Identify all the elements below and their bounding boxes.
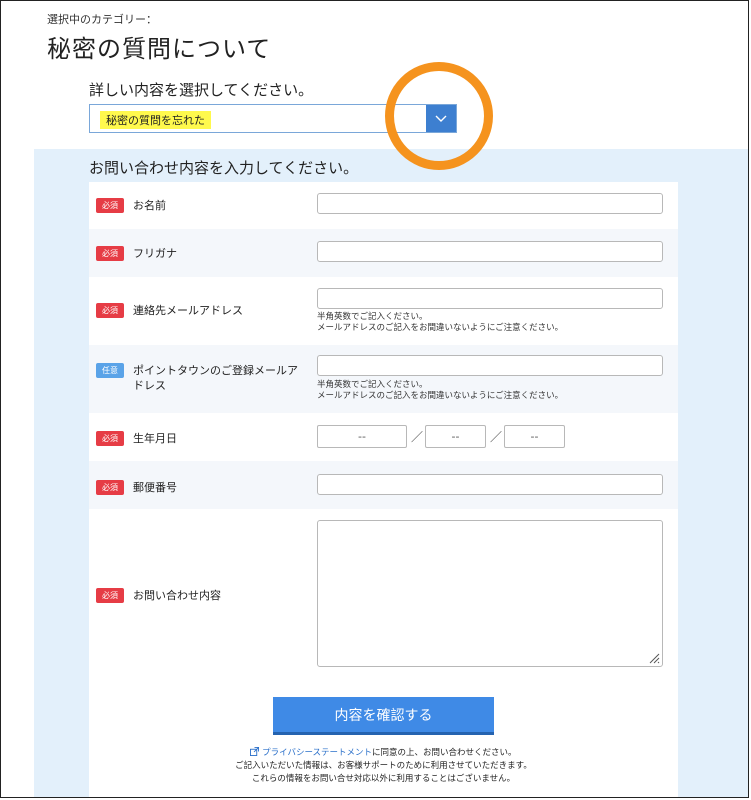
form-row-furigana: 必須 フリガナ [89,229,678,277]
form-row-birthday: 必須 生年月日 -- ／ -- ／ -- [89,413,678,461]
select-dropdown-button[interactable] [426,105,456,132]
required-badge: 必須 [96,480,124,495]
privacy-note-line1: プライバシーステートメントに同意の上、お問い合わせください。 [89,747,678,759]
privacy-note-line2: ご記入いただいた情報は、お客様サポートのために利用させていただきます。 [235,761,532,771]
email-label: 連絡先メールアドレス [133,304,243,317]
email-note-2: メールアドレスのご記入をお間違いないようにご注意ください。 [317,323,564,333]
point-email-label: ポイントタウンのご登録メールアドレス [133,364,298,392]
inquiry-label: お問い合わせ内容 [133,589,221,602]
privacy-note-suffix: に同意の上、お問い合わせください。 [372,748,517,758]
resize-grip-icon[interactable] [648,652,660,664]
date-separator: ／ [411,430,424,444]
furigana-input[interactable] [317,241,663,262]
confirm-button[interactable]: 内容を確認する [273,697,494,735]
inquiry-textarea[interactable] [317,520,663,667]
page-title: 秘密の質問について [47,35,272,63]
inquiry-form: 必須 お名前 必須 フリガナ 必須 連絡先メールアドレス 半角英数でご記入くださ… [89,182,678,797]
required-badge: 必須 [96,588,124,603]
chevron-down-icon [435,115,447,122]
postal-input[interactable] [317,474,663,495]
furigana-label: フリガナ [133,247,177,260]
date-separator: ／ [490,430,503,444]
detail-select-value: 秘密の質問を忘れた [100,111,211,129]
form-row-email: 必須 連絡先メールアドレス 半角英数でご記入ください。 メールアドレスのご記入を… [89,277,678,345]
optional-badge: 任意 [96,363,124,378]
birth-year-input[interactable]: -- [317,425,407,448]
point-email-input[interactable] [317,355,663,376]
required-badge: 必須 [96,303,124,318]
birthday-label: 生年月日 [133,432,177,445]
point-email-note-1: 半角英数でご記入ください。 [317,380,428,390]
privacy-statement-link[interactable]: プライバシーステートメント [262,748,372,758]
required-badge: 必須 [96,431,124,446]
category-label: 選択中のカテゴリー： [47,13,157,26]
detail-select[interactable]: 秘密の質問を忘れた [89,104,457,133]
birth-month-input[interactable]: -- [425,425,486,448]
name-input[interactable] [317,193,663,214]
form-row-name: 必須 お名前 [89,182,678,229]
postal-label: 郵便番号 [133,481,177,494]
required-badge: 必須 [96,246,124,261]
form-row-postal: 必須 郵便番号 [89,461,678,509]
form-title: お問い合わせ内容を入力してください。 [89,159,359,177]
form-row-point-email: 任意 ポイントタウンのご登録メールアドレス 半角英数でご記入ください。 メールア… [89,345,678,413]
email-note-1: 半角英数でご記入ください。 [317,312,428,322]
required-badge: 必須 [96,198,124,213]
detail-select-label: 詳しい内容を選択してください。 [89,81,314,99]
birth-day-input[interactable]: -- [504,425,565,448]
external-link-icon [250,747,260,756]
email-input[interactable] [317,288,663,309]
page-frame: 選択中のカテゴリー： 秘密の質問について 詳しい内容を選択してください。 秘密の… [0,0,749,798]
name-label: お名前 [133,199,166,212]
privacy-note-line3: これらの情報をお問い合せ対応以外に利用することはございません。 [251,774,516,784]
point-email-note-2: メールアドレスのご記入をお間違いないようにご注意ください。 [317,391,564,401]
